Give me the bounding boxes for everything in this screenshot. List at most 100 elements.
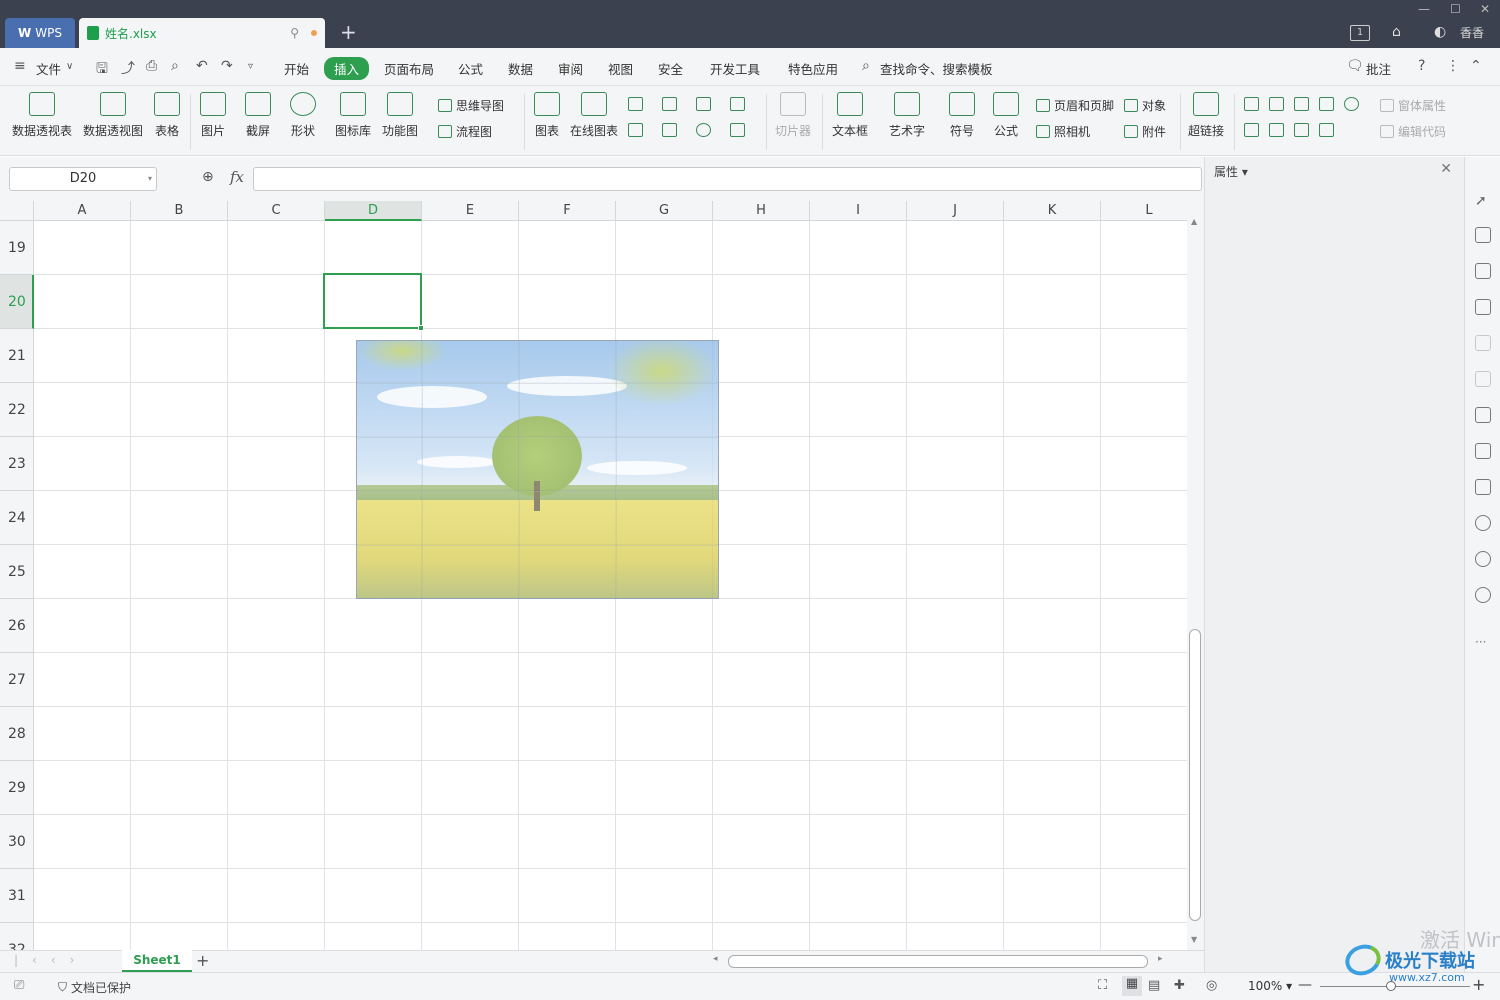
row-header[interactable]: 23 — [0, 437, 34, 491]
vertical-scrollbar[interactable]: ▲ ▼ — [1187, 201, 1204, 950]
scrollbar-control-icon[interactable] — [1294, 123, 1309, 137]
row-header[interactable]: 22 — [0, 383, 34, 437]
bar-chart-icon[interactable] — [662, 97, 677, 111]
select-all-corner[interactable] — [0, 201, 34, 221]
hamburger-icon[interactable]: ≡ — [14, 58, 26, 74]
column-header[interactable]: B — [131, 201, 228, 221]
picture-button[interactable]: 图片 — [200, 92, 226, 139]
wps-home-tab[interactable]: W WPS — [5, 18, 75, 48]
row-header[interactable]: 30 — [0, 815, 34, 869]
mindmap-button[interactable]: 思维导图 — [438, 97, 504, 114]
textbox-button[interactable]: 文本框 — [832, 92, 868, 139]
row-header[interactable]: 19 — [0, 221, 34, 275]
export-icon[interactable]: ⤴ — [121, 58, 135, 78]
document-tab[interactable]: 姓名.xlsx ⚲ — [79, 18, 325, 48]
row-header[interactable]: 21 — [0, 329, 34, 383]
help-icon[interactable]: ? — [1418, 58, 1425, 74]
groupbox-control-icon[interactable] — [1269, 97, 1284, 111]
shapes-icon[interactable] — [1475, 227, 1491, 243]
spinner-control-icon[interactable] — [1319, 123, 1334, 137]
menu-view[interactable]: 视图 — [608, 59, 633, 78]
chart-button[interactable]: 图表 — [534, 92, 560, 139]
file-menu[interactable]: 文件 — [36, 59, 61, 78]
name-box[interactable]: D20 ▾ — [9, 167, 157, 191]
menu-review[interactable]: 审阅 — [558, 59, 583, 78]
menu-insert[interactable]: 插入 — [324, 57, 370, 80]
table-button[interactable]: 表格 — [154, 92, 180, 139]
chevron-down-icon[interactable]: ∨ — [66, 61, 73, 72]
column-header[interactable]: F — [519, 201, 616, 221]
sheet-tab-sheet1[interactable]: Sheet1 — [122, 950, 192, 972]
page-break-view-icon[interactable]: ▤ — [1148, 978, 1160, 993]
column-header[interactable]: G — [616, 201, 713, 221]
column-header[interactable]: E — [422, 201, 519, 221]
pivot-chart-button[interactable]: 数据透视图 — [83, 92, 143, 139]
scroll-right-icon[interactable]: ▸ — [1158, 954, 1163, 964]
search-commands[interactable]: 查找命令、搜索模板 — [880, 59, 993, 78]
zoom-in-icon[interactable]: + — [1472, 975, 1485, 994]
button-control-icon[interactable] — [1294, 97, 1309, 111]
reading-mode-icon[interactable]: ✚ — [1174, 978, 1185, 993]
column-header[interactable]: K — [1004, 201, 1101, 221]
row-header[interactable]: 24 — [0, 491, 34, 545]
active-cell[interactable] — [323, 273, 424, 331]
fullscreen-icon[interactable]: ⛶ — [1098, 978, 1107, 993]
column-header-selected[interactable]: D — [325, 201, 422, 221]
normal-view-icon[interactable]: ▦ — [1122, 976, 1142, 996]
icon-library-button[interactable]: 图标库 — [335, 92, 371, 139]
scroll-up-icon[interactable]: ▲ — [1191, 217, 1197, 226]
scroll-left-icon[interactable]: ◂ — [713, 954, 718, 964]
radar-chart-icon[interactable] — [730, 97, 745, 111]
close-panel-icon[interactable]: ✕ — [1440, 161, 1452, 177]
column-header[interactable]: A — [34, 201, 131, 221]
row-header[interactable]: 27 — [0, 653, 34, 707]
camera-button[interactable]: 照相机 — [1036, 123, 1090, 140]
more-horizontal-icon[interactable]: ··· — [1475, 635, 1491, 651]
transfer-icon[interactable] — [1475, 371, 1491, 387]
screenshot-button[interactable]: 截屏 — [245, 92, 271, 139]
minimize-icon[interactable]: — — [1418, 2, 1430, 16]
comment-icon[interactable]: 🗨 — [1346, 58, 1364, 74]
wordart-button[interactable]: 艺术字 — [889, 92, 925, 139]
undo-icon[interactable]: ↶ — [196, 58, 208, 74]
sheet-nav-arrows-icon[interactable]: |‹‹› — [14, 953, 88, 967]
row-header[interactable]: 31 — [0, 869, 34, 923]
menu-page-layout[interactable]: 页面布局 — [384, 59, 434, 78]
slicer-button[interactable]: 切片器 — [775, 92, 811, 139]
checkbox-control-icon[interactable] — [1319, 97, 1334, 111]
formula-button[interactable]: 公式 — [993, 92, 1019, 139]
row-header[interactable]: 28 — [0, 707, 34, 761]
history-icon[interactable] — [1475, 551, 1491, 567]
column-header[interactable]: L — [1101, 201, 1187, 221]
column-chart-icon[interactable] — [628, 97, 643, 111]
pivot-table-button[interactable]: 数据透视表 — [12, 92, 72, 139]
column-header[interactable]: J — [907, 201, 1004, 221]
zoom-out-icon[interactable]: — — [1298, 977, 1312, 993]
shape-button[interactable]: 形状 — [290, 92, 316, 139]
formula-input[interactable] — [253, 167, 1202, 191]
zoom-level[interactable]: 100% ▾ — [1248, 979, 1292, 993]
online-chart-button[interactable]: 在线图表 — [570, 92, 618, 139]
chevron-down-icon[interactable]: ▾ — [148, 168, 152, 190]
form-properties-button[interactable]: 窗体属性 — [1380, 97, 1446, 114]
column-header[interactable]: H — [713, 201, 810, 221]
image-icon[interactable] — [1475, 479, 1491, 495]
radio-control-icon[interactable] — [1344, 97, 1359, 111]
column-header[interactable]: I — [810, 201, 907, 221]
function-chart-button[interactable]: 功能图 — [382, 92, 418, 139]
pie-chart-icon[interactable] — [696, 123, 711, 137]
label-control-icon[interactable] — [1244, 97, 1259, 111]
spreadsheet-grid[interactable]: A B C D E F G H I J K L 19 20 21 22 23 2… — [0, 201, 1187, 950]
maximize-icon[interactable]: ☐ — [1450, 2, 1461, 16]
collapse-ribbon-icon[interactable]: ⌃ — [1470, 58, 1482, 74]
add-sheet-button[interactable]: + — [196, 951, 209, 970]
combobox-control-icon[interactable] — [1269, 123, 1284, 137]
menu-dev-tools[interactable]: 开发工具 — [710, 59, 760, 78]
menu-security[interactable]: 安全 — [658, 59, 683, 78]
symbol-button[interactable]: 符号 — [949, 92, 975, 139]
customize-icon[interactable]: ▿ — [248, 61, 253, 72]
redo-icon[interactable]: ↷ — [221, 58, 233, 74]
skin-icon[interactable]: ⌂ — [1392, 24, 1401, 40]
user-name[interactable]: 香香 — [1460, 24, 1484, 41]
horizontal-scroll-thumb[interactable] — [728, 955, 1148, 968]
